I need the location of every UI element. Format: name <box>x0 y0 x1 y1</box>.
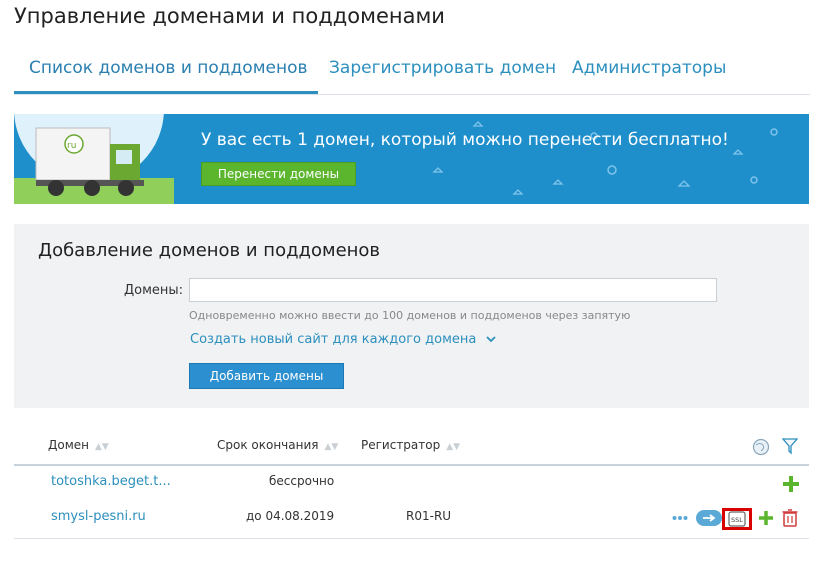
add-panel-title: Добавление доменов и поддоменов <box>38 240 381 261</box>
chevron-down-icon <box>486 336 497 343</box>
redirect-icon[interactable] <box>696 510 722 526</box>
globe-icon[interactable] <box>752 438 770 456</box>
expires-value: до 04.08.2019 <box>246 509 335 523</box>
tab-domain-list[interactable]: Список доменов и поддоменов <box>29 58 308 78</box>
domains-hint: Одновременно можно ввести до 100 доменов… <box>189 309 631 322</box>
create-site-toggle[interactable]: Создать новый сайт для каждого домена <box>190 332 497 347</box>
tab-register-domain[interactable]: Зарегистрировать домен <box>329 58 556 78</box>
truck-logo: ru <box>67 141 76 151</box>
tabs-bar: Список доменов и поддоменов Зарегистриро… <box>14 48 810 95</box>
registrar-value: R01-RU <box>406 509 452 523</box>
transfer-domains-button[interactable]: Перенести домены <box>201 162 356 186</box>
sort-icon: ▲▼ <box>95 442 109 452</box>
add-subdomain-icon[interactable] <box>782 475 800 493</box>
ssl-icon-label: SSL <box>731 516 743 524</box>
ssl-certificate-icon[interactable]: SSL <box>728 511 746 527</box>
delete-icon[interactable] <box>782 509 798 527</box>
table-bottom-divider <box>14 538 809 539</box>
create-site-link[interactable]: Создать новый сайт для каждого домена <box>190 332 476 347</box>
add-subdomain-icon[interactable] <box>758 510 774 526</box>
sort-icon: ▲▼ <box>446 442 461 452</box>
table-row: smysl-pesni.ru до 04.08.2019 R01-RU SSL <box>14 501 809 536</box>
tab-administrators[interactable]: Администраторы <box>572 58 726 78</box>
expires-value: бессрочно <box>269 474 335 488</box>
banner-text: У вас есть 1 домен, который можно перене… <box>201 130 729 150</box>
column-header-domain[interactable]: Домен ▲▼ <box>48 438 109 452</box>
column-header-registrar[interactable]: Регистратор ▲▼ <box>361 438 460 452</box>
domain-link[interactable]: totoshka.beget.t... <box>51 474 171 489</box>
domains-input[interactable] <box>189 278 717 302</box>
truck-icon: ru <box>35 127 144 196</box>
table-row: totoshka.beget.t... бессрочно <box>14 466 809 501</box>
add-domains-button[interactable]: Добавить домены <box>189 363 344 389</box>
page-title: Управление доменами и поддоменами <box>14 4 445 28</box>
sort-icon: ▲▼ <box>324 442 339 452</box>
column-header-expires[interactable]: Срок окончания ▲▼ <box>217 438 338 452</box>
add-domains-panel: Добавление доменов и поддоменов Домены: … <box>14 224 809 408</box>
domain-link[interactable]: smysl-pesni.ru <box>51 509 146 524</box>
more-options-icon[interactable] <box>672 515 688 521</box>
active-tab-indicator <box>14 91 318 94</box>
filter-icon[interactable] <box>782 437 798 455</box>
transfer-banner: ru У вас есть 1 домен, который можно пер… <box>14 114 809 204</box>
domains-label: Домены: <box>124 283 184 298</box>
